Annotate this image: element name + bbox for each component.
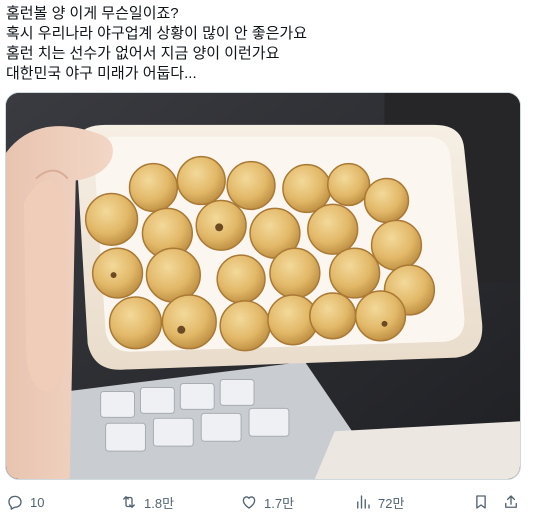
retweet-count: 1.8만: [144, 495, 175, 511]
views-button[interactable]: 72만: [354, 490, 404, 514]
bookmark-button[interactable]: [472, 490, 490, 514]
share-button[interactable]: [502, 490, 520, 514]
tweet: 홈런볼 양 이게 무슨일이죠? 혹시 우리나라 야구업계 상황이 많이 안 좋은…: [0, 0, 534, 520]
share-icon: [505, 495, 517, 508]
action-bar: 10 1.8만 1.7만 72만: [0, 490, 534, 516]
tweet-photo[interactable]: [5, 92, 521, 480]
retweet-icon: [123, 496, 135, 508]
tweet-line: 홈런 치는 선수가 없어서 지금 양이 이런가요: [6, 45, 280, 62]
reply-count: 10: [30, 494, 45, 510]
like-count: 1.7만: [264, 495, 295, 511]
reply-button[interactable]: 10: [6, 490, 44, 514]
like-icon: [242, 496, 256, 509]
bookmark-icon: [476, 495, 486, 509]
views-count: 72만: [378, 495, 405, 511]
tweet-line: 대한민국 야구 미래가 어둡다...: [6, 65, 197, 82]
reply-icon: [8, 495, 22, 510]
views-icon: [357, 495, 370, 509]
like-button[interactable]: 1.7만: [240, 490, 294, 514]
tweet-text: 홈런볼 양 이게 무슨일이죠? 혹시 우리나라 야구업계 상황이 많이 안 좋은…: [6, 4, 526, 84]
tweet-line: 혹시 우리나라 야구업계 상황이 많이 안 좋은가요: [6, 25, 308, 42]
tweet-line: 홈런볼 양 이게 무슨일이죠?: [6, 5, 179, 22]
retweet-button[interactable]: 1.8만: [120, 490, 174, 514]
photo-illustration: [6, 93, 520, 479]
